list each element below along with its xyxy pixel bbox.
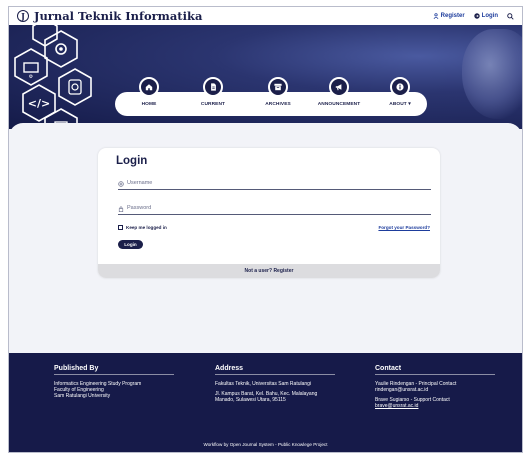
nav-label-about: ABOUT ▾ [389, 102, 411, 107]
svg-text:⚙: ⚙ [29, 74, 34, 80]
footer-divider [375, 374, 495, 375]
login-link[interactable]: Login [473, 13, 498, 19]
nav-item-current[interactable]: CURRENT [183, 77, 243, 107]
support-email-link[interactable]: brave@unsrat.ac.id [375, 403, 495, 409]
tech-hexagon-decoration: ⚙ </> [14, 25, 92, 129]
footer-address-line: Fakultas Teknik, Universitas Sam Ratulan… [215, 381, 312, 387]
footer: Published By Informatics Engineering Stu… [9, 353, 522, 452]
nav-item-announcement[interactable]: ANNOUNCEMENT [309, 77, 369, 107]
lock-icon [118, 206, 124, 212]
site-title[interactable]: Jurnal Teknik Informatika [34, 9, 202, 23]
user-links: Register Login [433, 12, 514, 20]
user-icon [433, 13, 439, 19]
logo-glyph: J [21, 11, 25, 21]
hero-banner: ⚙ </> HOME CURRENT ARCHIVES ANNOUNCEMENT… [9, 25, 522, 129]
footer-address-heading: Address [215, 365, 244, 372]
nav-label-archives: ARCHIVES [265, 102, 291, 107]
nav-label-announcement: ANNOUNCEMENT [317, 102, 361, 107]
remember-label: Keep me logged in [126, 225, 167, 230]
nav-label-home: HOME [141, 102, 157, 107]
principal-email-link[interactable]: rindengan@unsrat.ac.id [375, 387, 495, 393]
top-bar: J Jurnal Teknik Informatika Register Log… [9, 7, 522, 25]
main-navigation: HOME CURRENT ARCHIVES ANNOUNCEMENT ABOUT… [115, 77, 427, 116]
megaphone-icon [329, 77, 349, 97]
remember-checkbox[interactable] [118, 225, 123, 230]
footer-divider [54, 374, 174, 375]
home-icon [139, 77, 159, 97]
footer-published-line: Sam Ratulangi University [54, 393, 111, 399]
browser-viewport: J Jurnal Teknik Informatika Register Log… [8, 6, 523, 453]
username-placeholder: Username [127, 180, 153, 186]
register-prompt[interactable]: Not a user? Register [98, 264, 440, 278]
username-field[interactable]: Username [118, 180, 431, 190]
info-icon [390, 77, 410, 97]
login-icon [473, 13, 480, 19]
nav-item-about[interactable]: ABOUT ▾ [370, 77, 430, 107]
forgot-password-link[interactable]: Forgot your Password? [378, 225, 430, 230]
footer-published-by: Published By Informatics Engineering Stu… [54, 365, 174, 399]
nav-item-home[interactable]: HOME [119, 77, 179, 107]
footer-divider [215, 374, 335, 375]
footer-address-line: Manado, Sulawesi Utara, 95115 [215, 397, 286, 403]
journal-logo-icon[interactable]: J [17, 10, 29, 22]
login-title: Login [116, 155, 148, 167]
main-content: Login Username Password Keep me logged i… [9, 123, 522, 353]
search-icon[interactable] [507, 12, 514, 20]
password-field[interactable]: Password [118, 205, 431, 215]
at-sign-icon [118, 181, 124, 187]
footer-contact-heading: Contact [375, 365, 402, 372]
register-label: Register [440, 13, 465, 19]
login-card: Login Username Password Keep me logged i… [98, 148, 440, 278]
footer-published-heading: Published By [54, 365, 99, 372]
powered-by[interactable]: Workflow by Open Journal System - Public… [9, 442, 522, 447]
footer-address: Address Fakultas Teknik, Universitas Sam… [215, 365, 335, 403]
archive-icon [268, 77, 288, 97]
register-link[interactable]: Register [433, 13, 465, 19]
document-icon [203, 77, 223, 97]
svg-text:</>: </> [28, 97, 50, 110]
hero-face-illustration [462, 29, 522, 119]
login-button[interactable]: Login [118, 240, 143, 249]
login-label: Login [481, 13, 498, 19]
nav-label-current: CURRENT [200, 102, 226, 107]
remember-me[interactable]: Keep me logged in [118, 225, 167, 230]
nav-item-archives[interactable]: ARCHIVES [248, 77, 308, 107]
password-placeholder: Password [127, 205, 152, 211]
footer-contact: Contact Yaulie Rindengan - Principal Con… [375, 365, 495, 409]
